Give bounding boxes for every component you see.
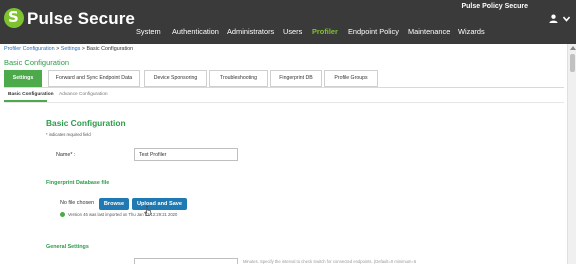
- nav-item-profiler[interactable]: Profiler: [312, 27, 338, 36]
- user-menu[interactable]: [549, 13, 571, 25]
- tab-fingerprint-db[interactable]: Fingerprint DB: [270, 70, 322, 87]
- required-note: * indicates required field: [46, 132, 91, 137]
- nav-item-wizards[interactable]: Wizards: [458, 27, 485, 36]
- chevron-down-icon: [562, 16, 571, 22]
- subtab-divider: [4, 102, 564, 103]
- tab-device-sponsoring[interactable]: Device Sponsoring: [144, 70, 207, 87]
- tab-troubleshooting[interactable]: Troubleshooting: [209, 70, 268, 87]
- subtab-basic-configuration[interactable]: Basic Configuration: [8, 92, 54, 97]
- logo-s-icon: S: [8, 8, 19, 26]
- interval-input[interactable]: [134, 258, 238, 264]
- pulse-secure-logo[interactable]: S Pulse Secure: [4, 6, 135, 34]
- scroll-up-arrow-icon[interactable]: [570, 46, 576, 50]
- import-status-text: Version 46 was last imported on Thu Jan …: [68, 212, 178, 217]
- breadcrumb-separator: >: [56, 46, 60, 52]
- subtab-advance-configuration[interactable]: Advance Configuration: [59, 92, 108, 97]
- fingerprint-db-title: Fingerprint Database file: [46, 180, 110, 186]
- upload-and-save-button[interactable]: Upload and Save: [132, 198, 187, 210]
- tab-forward-sync[interactable]: Forward and Sync Endpoint Data: [48, 70, 140, 87]
- import-status: Version 46 was last imported on Thu Jan …: [60, 212, 177, 217]
- interval-help-text: Minutes. Specify the interval to check S…: [243, 259, 417, 264]
- nav-item-endpoint-policy[interactable]: Endpoint Policy: [348, 27, 399, 36]
- logo-text: Pulse Secure: [27, 9, 135, 28]
- check-circle-icon: [60, 212, 65, 217]
- vertical-scrollbar[interactable]: [567, 44, 576, 264]
- breadcrumb-settings[interactable]: Settings: [61, 46, 80, 52]
- tab-profile-groups[interactable]: Profile Groups: [324, 70, 378, 87]
- breadcrumb-profiler-configuration[interactable]: Profiler Configuration: [4, 46, 55, 52]
- name-input[interactable]: [134, 148, 238, 161]
- general-settings-title: General Settings: [46, 244, 89, 250]
- product-name: Pulse Policy Secure: [461, 3, 528, 10]
- nav-item-authentication[interactable]: Authentication: [172, 27, 219, 36]
- top-header: S Pulse Secure Pulse Policy Secure Syste…: [0, 0, 576, 44]
- page-title: Basic Configuration: [4, 58, 70, 67]
- tab-settings[interactable]: Settings: [4, 70, 42, 87]
- nav-item-administrators[interactable]: Administrators: [227, 27, 274, 36]
- nav-item-users[interactable]: Users: [283, 27, 302, 36]
- name-label: Name* :: [56, 152, 76, 158]
- breadcrumb-separator: >: [81, 46, 85, 52]
- breadcrumb-current: Basic Configuration: [86, 46, 134, 52]
- section-title: Basic Configuration: [46, 118, 126, 128]
- tab-divider: [4, 87, 564, 88]
- file-status-label: No file chosen: [60, 200, 95, 206]
- browse-button[interactable]: Browse: [99, 198, 129, 210]
- breadcrumb: Profiler Configuration > Settings > Basi…: [4, 46, 133, 52]
- scrollbar-thumb[interactable]: [570, 54, 575, 72]
- nav-item-system[interactable]: System: [136, 27, 161, 36]
- nav-item-maintenance[interactable]: Maintenance: [408, 27, 450, 36]
- user-icon: [549, 14, 558, 23]
